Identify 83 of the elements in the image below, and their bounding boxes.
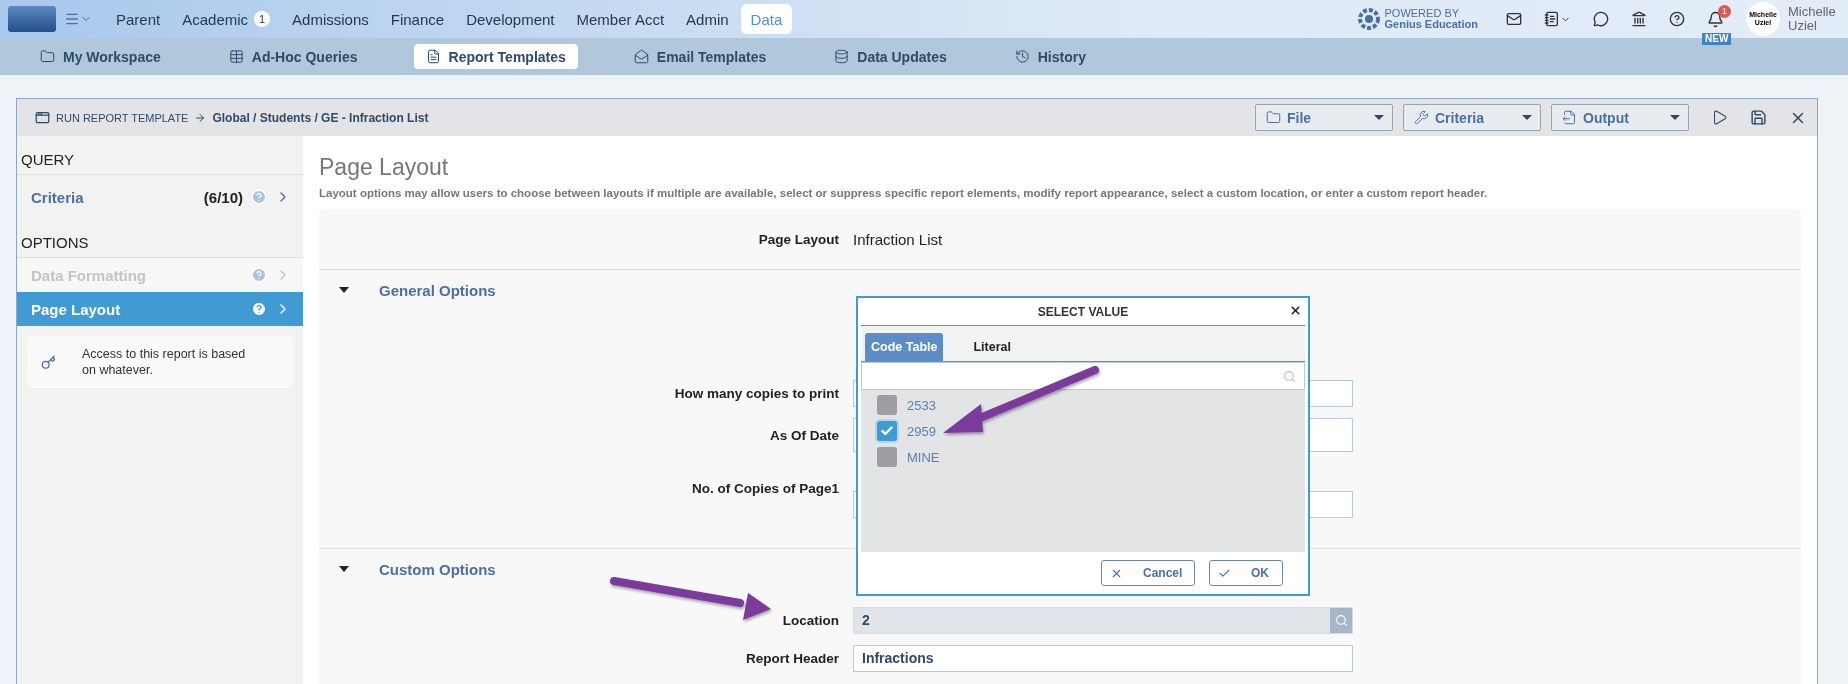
module-tab[interactable]: Report Templates — [413, 44, 578, 69]
wrench-icon — [1414, 110, 1429, 125]
dialog-title: SELECT VALUE — [1037, 304, 1129, 319]
logo — [8, 6, 56, 32]
nav-item[interactable]: Academic 1 — [172, 4, 281, 34]
check-icon — [880, 424, 894, 438]
module-tab[interactable]: My Workspace — [28, 44, 173, 69]
envelope-icon — [633, 49, 649, 64]
history-icon — [1014, 49, 1030, 64]
sidebar-item[interactable]: Page Layout — [17, 292, 303, 326]
option-label[interactable]: 2533 — [907, 397, 936, 413]
dropdown-button[interactable]: Output — [1551, 104, 1689, 131]
powered-by-label: POWERED BY — [1384, 8, 1461, 19]
dialog-tab[interactable]: Code Table — [865, 333, 944, 361]
help-icon[interactable] — [1669, 11, 1685, 27]
checkbox[interactable] — [877, 421, 897, 441]
criteria-count: (6/10) — [203, 188, 243, 206]
search-field[interactable] — [861, 362, 1305, 390]
option-label[interactable]: 2959 — [907, 423, 936, 439]
page-description: Layout options may allow users to choose between layouts if multiple are available, select or suppress specific report elements, modify report appearance, select a custom location, or enter a custom report header. — [319, 187, 1489, 199]
user-name: Michelle — [1788, 5, 1837, 19]
database-icon — [834, 49, 850, 64]
notification-count: 1 — [1718, 4, 1731, 18]
input-field[interactable]: Infractions — [853, 644, 1353, 672]
search-icon — [1283, 369, 1296, 383]
key-icon — [41, 354, 56, 370]
dropdown-button[interactable]: Criteria — [1403, 104, 1541, 131]
section-toggle[interactable]: Custom Options — [319, 549, 496, 589]
field-label: As Of Date — [768, 427, 840, 443]
nav-item[interactable]: Member Acct — [566, 4, 675, 34]
export-icon — [1562, 110, 1577, 125]
notebook-icon[interactable] — [1544, 11, 1571, 27]
cancel-button[interactable]: Cancel — [1101, 560, 1195, 586]
dialog-tab[interactable]: Literal — [967, 333, 1017, 361]
user-name: Uziel — [1788, 19, 1818, 33]
brand-name: Genius Education — [1384, 19, 1478, 30]
gear-logo-icon — [1358, 8, 1381, 30]
notification-bell-icon[interactable] — [1707, 10, 1724, 28]
save-icon[interactable] — [1750, 109, 1767, 126]
module-tab[interactable]: Data Updates — [822, 44, 959, 69]
page-title: Page Layout — [319, 154, 450, 181]
note-text: Access to this report is based on whatever. — [82, 346, 247, 378]
breadcrumb-label: RUN REPORT TEMPLATE — [56, 111, 189, 124]
checkbox[interactable] — [877, 447, 897, 467]
run-icon[interactable] — [1711, 109, 1728, 126]
menu-button[interactable] — [64, 11, 92, 27]
checkbox[interactable] — [877, 395, 897, 415]
ok-button[interactable]: OK — [1209, 560, 1283, 586]
field-label: Location — [781, 612, 840, 628]
menu-icon — [64, 11, 80, 27]
field-label: Report Header — [744, 650, 840, 666]
module-tab[interactable]: Email Templates — [621, 44, 779, 69]
nav-item[interactable]: Development — [456, 4, 565, 34]
arrow-icon — [194, 111, 207, 124]
option-label[interactable]: MINE — [907, 449, 940, 465]
breadcrumb-path: Global / Students / GE - Infraction List — [212, 110, 429, 125]
sidebar-item[interactable]: Criteria (6/10) — [17, 175, 303, 219]
section-toggle[interactable]: General Options — [319, 270, 496, 310]
table-icon — [228, 49, 244, 64]
nav-item[interactable]: Admissions — [282, 4, 379, 34]
lookup-field[interactable]: 2 — [853, 606, 1353, 634]
window-icon — [35, 110, 50, 125]
field-value: Infraction List — [853, 230, 943, 248]
mail-icon[interactable] — [1506, 11, 1522, 27]
new-badge: NEW — [1702, 32, 1732, 45]
nav-item[interactable]: Finance — [380, 4, 455, 34]
document-icon — [425, 49, 441, 64]
landmark-icon[interactable] — [1631, 11, 1647, 27]
chat-icon[interactable] — [1593, 11, 1609, 27]
folder-icon — [40, 49, 55, 64]
field-label: How many copies to print — [673, 385, 840, 401]
section-heading: QUERY — [17, 136, 303, 175]
folder-icon — [1266, 110, 1281, 125]
field-label: Page Layout — [757, 231, 840, 247]
nav-item[interactable]: Admin — [676, 4, 739, 34]
module-tab[interactable]: History — [1002, 44, 1098, 69]
count-badge: 1 — [254, 11, 271, 27]
field-label: No. of Copies of Page1 — [690, 480, 840, 496]
module-tab[interactable]: Ad-Hoc Queries — [216, 44, 370, 69]
nav-item[interactable]: Parent — [106, 4, 171, 34]
close-icon[interactable] — [1289, 304, 1302, 317]
dropdown-button[interactable]: File — [1255, 104, 1393, 131]
nav-item[interactable]: Data — [740, 4, 793, 34]
